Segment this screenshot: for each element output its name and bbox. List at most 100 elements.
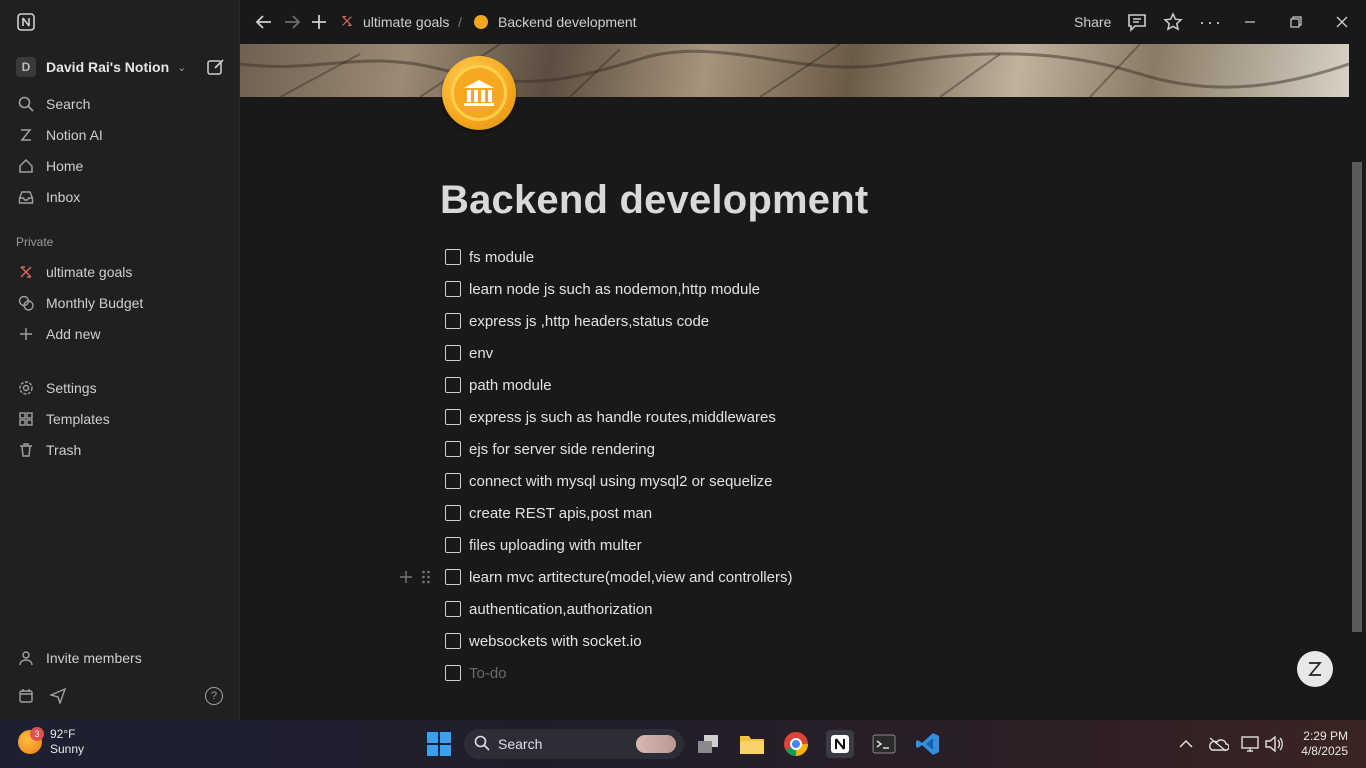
scrollbar[interactable] [1349,44,1366,720]
checkbox[interactable] [445,409,461,425]
todo-item[interactable]: learn mvc artitecture(model,view and con… [445,565,792,589]
sidebar-item-monthly-budget[interactable]: Monthly Budget [16,290,230,316]
sidebar-item-templates[interactable]: Templates [16,406,230,432]
sidebar-item-invite-members[interactable]: Invite members [16,645,230,671]
todo-text[interactable]: learn node js such as nodemon,http modul… [469,281,760,298]
todo-text[interactable]: connect with mysql using mysql2 or seque… [469,473,772,490]
notion-logo-icon[interactable] [16,12,36,32]
todo-item[interactable]: fs module [445,245,534,269]
todo-item[interactable]: path module [445,373,552,397]
calendar-icon[interactable] [18,688,34,709]
back-arrow-icon[interactable] [254,10,274,34]
workspace-avatar: D [16,57,36,77]
onedrive-icon[interactable] [1204,730,1232,758]
restore-icon[interactable] [1289,10,1303,34]
breadcrumb-parent[interactable]: ultimate goals [340,10,449,34]
sidebar-item-home[interactable]: Home [16,153,230,179]
sidebar-item-inbox[interactable]: Inbox [16,184,230,210]
checkbox[interactable] [445,665,461,681]
todo-item[interactable]: learn node js such as nodemon,http modul… [445,277,760,301]
top-bar: ultimate goals / Backend development Sha… [240,0,1366,44]
checkbox[interactable] [445,537,461,553]
star-icon[interactable] [1163,10,1183,34]
todo-text[interactable]: express js ,http headers,status code [469,313,709,330]
todo-item[interactable]: websockets with socket.io [445,629,642,653]
checkbox[interactable] [445,473,461,489]
notion-taskbar-icon[interactable] [826,730,854,758]
checkbox[interactable] [445,441,461,457]
checkbox[interactable] [445,633,461,649]
todo-text[interactable]: authentication,authorization [469,601,652,618]
checkbox[interactable] [445,249,461,265]
sidebar-item-settings[interactable]: Settings [16,375,230,401]
checkbox[interactable] [445,377,461,393]
terminal-icon[interactable] [870,730,898,758]
task-view-icon[interactable] [694,730,722,758]
gear-icon [16,378,36,398]
add-block-plus-icon[interactable] [399,570,413,589]
breadcrumb-current[interactable]: Backend development [474,10,637,34]
weather-widget[interactable]: 3 92°F Sunny [18,727,84,757]
todo-text[interactable]: fs module [469,249,534,266]
todo-item[interactable]: express js such as handle routes,middlew… [445,405,776,429]
workspace-switcher[interactable]: D David Rai's Notion ⌄ [16,55,230,79]
todo-text[interactable]: express js such as handle routes,middlew… [469,409,776,426]
todo-text[interactable]: env [469,345,493,362]
sidebar-item-search[interactable]: Search [16,91,230,117]
minimize-icon[interactable] [1243,10,1257,34]
checkbox[interactable] [445,601,461,617]
comment-icon[interactable] [1127,10,1147,34]
checkbox[interactable] [445,313,461,329]
more-options-icon[interactable]: ··· [1199,10,1223,34]
todo-text[interactable]: files uploading with multer [469,537,642,554]
forward-arrow-icon[interactable] [282,10,302,34]
volume-icon[interactable] [1260,730,1288,758]
checkbox[interactable] [445,569,461,585]
sidebar-item-notion-ai[interactable]: Notion AI [16,122,230,148]
todo-item[interactable]: env [445,341,493,365]
todo-item[interactable]: connect with mysql using mysql2 or seque… [445,469,772,493]
sidebar-item-ultimate-goals[interactable]: ultimate goals [16,259,230,285]
sidebar-item-label: Search [46,96,91,112]
chrome-icon[interactable] [782,730,810,758]
cover-image[interactable] [240,44,1349,97]
todo-item[interactable]: files uploading with multer [445,533,642,557]
drag-handle-icon[interactable] [421,569,431,590]
todo-placeholder-text[interactable]: To-do [469,665,507,682]
page-title[interactable]: Backend development [440,178,868,223]
workspace-name: David Rai's Notion [46,59,170,75]
close-icon[interactable] [1335,10,1349,34]
todo-item[interactable]: create REST apis,post man [445,501,652,525]
share-button[interactable]: Share [1074,10,1111,34]
todo-item[interactable]: ejs for server side rendering [445,437,655,461]
checkbox[interactable] [445,281,461,297]
sidebar-item-label: Home [46,158,84,174]
vscode-icon[interactable] [914,730,942,758]
todo-item[interactable]: express js ,http headers,status code [445,309,709,333]
sidebar-item-trash[interactable]: Trash [16,437,230,463]
page-coin-icon[interactable] [442,56,516,130]
checkbox[interactable] [445,505,461,521]
todo-text[interactable]: ejs for server side rendering [469,441,655,458]
send-icon[interactable] [48,687,67,709]
todo-text[interactable]: path module [469,377,552,394]
sidebar-item-add-new[interactable]: Add new [16,321,230,347]
scrollbar-thumb[interactable] [1352,162,1362,632]
sidebar-item-label: Templates [46,411,110,427]
windows-start-icon[interactable] [425,730,453,758]
notion-ai-fab-icon[interactable] [1297,651,1333,687]
checkbox[interactable] [445,345,461,361]
system-clock[interactable]: 2:29 PM 4/8/2025 [1292,729,1348,759]
chevron-up-icon[interactable] [1172,730,1200,758]
help-icon[interactable]: ? [205,687,223,705]
todo-text[interactable]: create REST apis,post man [469,505,652,522]
weather-condition: Sunny [50,742,85,756]
todo-item-placeholder[interactable]: To-do [445,661,507,685]
new-page-icon[interactable] [206,57,226,82]
new-tab-plus-icon[interactable] [310,10,328,34]
todo-text[interactable]: learn mvc artitecture(model,view and con… [469,569,792,586]
file-explorer-icon[interactable] [738,730,766,758]
todo-text[interactable]: websockets with socket.io [469,633,642,650]
taskbar-search[interactable]: Search [464,729,684,759]
todo-item[interactable]: authentication,authorization [445,597,652,621]
